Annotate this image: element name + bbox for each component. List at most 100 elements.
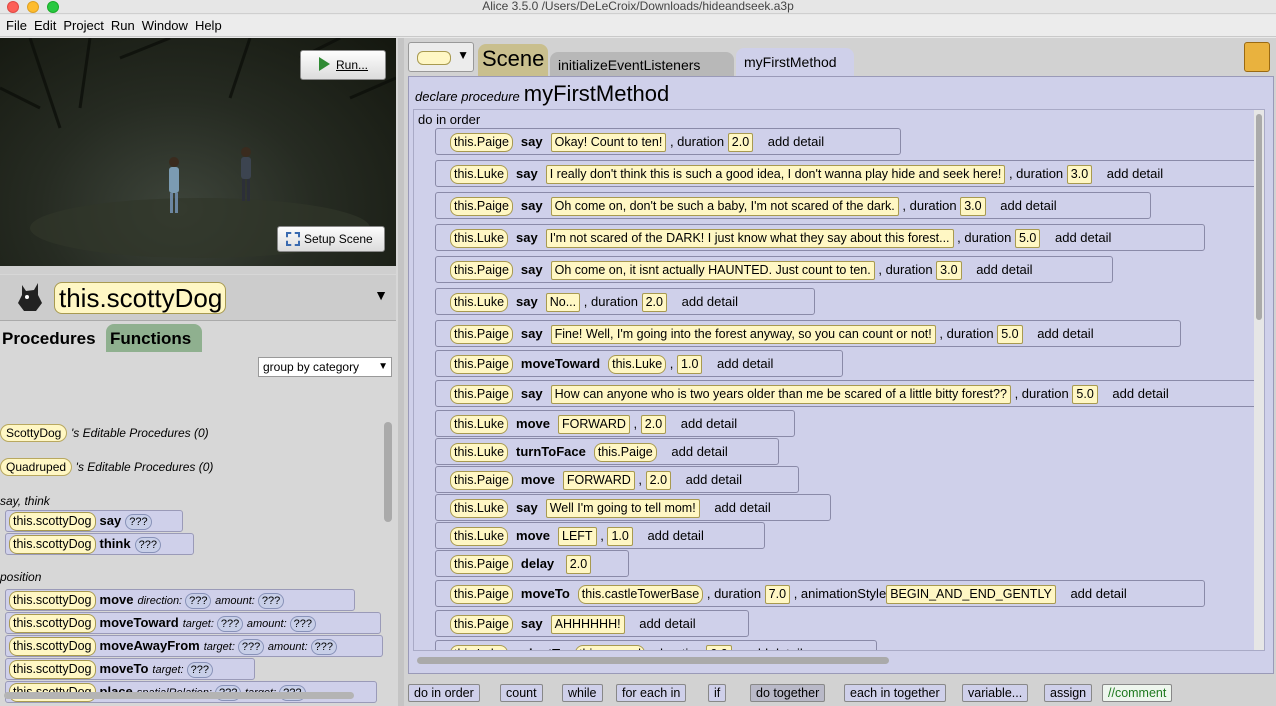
statement-object[interactable]: this.Paige: [450, 261, 513, 280]
control-while[interactable]: while: [562, 684, 603, 702]
add-detail-button[interactable]: add detail: [644, 523, 706, 548]
string-literal[interactable]: AHHHHHH!: [550, 615, 625, 634]
string-literal[interactable]: Okay! Count to ten!: [550, 133, 667, 152]
menu-item-file[interactable]: File: [6, 15, 27, 37]
statement-object[interactable]: this.Luke: [450, 293, 509, 312]
statement-object[interactable]: this.Paige: [450, 385, 513, 404]
procedure-tile-moveto[interactable]: this.scottyDog moveTo target:???: [5, 658, 255, 680]
statement-object[interactable]: this.Paige: [450, 615, 513, 634]
vscroll-thumb[interactable]: [1256, 114, 1262, 320]
control-count[interactable]: count: [500, 684, 543, 702]
object-selector[interactable]: this.scottyDog ▼: [0, 275, 396, 321]
statement-move[interactable]: this.Luke move FORWARD , 2.0 add detail: [435, 410, 795, 437]
control-assign[interactable]: assign: [1044, 684, 1093, 702]
object-argument[interactable]: this.Paige: [593, 443, 657, 462]
add-detail-button[interactable]: add detail: [714, 351, 776, 376]
number-value[interactable]: 0.0: [706, 645, 732, 650]
add-detail-button[interactable]: add detail: [636, 611, 698, 636]
statement-move[interactable]: this.Luke move LEFT , 1.0 add detail: [435, 522, 765, 549]
statement-movetoward[interactable]: this.Paige moveToward this.Luke , 1.0 add …: [435, 350, 843, 377]
add-detail-button[interactable]: add detail: [683, 467, 745, 492]
placeholder-value[interactable]: ???: [289, 616, 317, 632]
string-literal[interactable]: Well I'm going to tell mom!: [545, 499, 700, 518]
placeholder-value[interactable]: ???: [125, 514, 152, 530]
procedures-vscrollbar[interactable]: [384, 422, 392, 522]
control-for-each-in[interactable]: for each in: [616, 684, 687, 702]
number-value[interactable]: 3.0: [936, 261, 962, 280]
string-literal[interactable]: I'm not scared of the DARK! I just know …: [545, 229, 954, 248]
procedures-hscrollbar[interactable]: [4, 692, 354, 699]
tab-procedures[interactable]: Procedures: [0, 324, 104, 352]
run-button[interactable]: Run...: [300, 50, 386, 80]
statement-object[interactable]: this.Paige: [450, 585, 513, 604]
number-value[interactable]: 1.0: [677, 355, 703, 374]
placeholder-value[interactable]: ???: [185, 593, 212, 609]
object-argument[interactable]: this.ground: [575, 645, 645, 650]
clipboard-icon[interactable]: [1244, 42, 1270, 72]
tab-functions[interactable]: Functions: [106, 324, 202, 352]
add-detail-button[interactable]: add detail: [1052, 225, 1114, 250]
statement-move[interactable]: this.Paige move FORWARD , 2.0 add detail: [435, 466, 799, 493]
procedure-tile-movetoward[interactable]: this.scottyDog moveToward target:??? amoun…: [5, 612, 381, 634]
tile-object[interactable]: this.scottyDog: [9, 660, 96, 679]
statement-object[interactable]: this.Paige: [450, 355, 513, 374]
add-detail-button[interactable]: add detail: [997, 193, 1059, 218]
statement-moveto[interactable]: this.Paige moveTo this.castleTowerBase , d…: [435, 580, 1205, 607]
number-value[interactable]: 3.0: [1066, 165, 1093, 184]
tab-my-first-method[interactable]: myFirstMethod: [736, 48, 854, 76]
control-do-together[interactable]: do together: [750, 684, 826, 702]
number-value[interactable]: 2.0: [727, 133, 754, 152]
string-literal[interactable]: No...: [545, 293, 581, 312]
procedure-tile-think[interactable]: this.scottyDog think???: [5, 533, 194, 555]
string-literal[interactable]: How can anyone who is two years older th…: [550, 385, 1011, 404]
statement-object[interactable]: this.Paige: [450, 133, 513, 152]
statement-say[interactable]: this.Luke say Well I'm going to tell mom! …: [435, 494, 831, 521]
statement-object[interactable]: this.Luke: [450, 415, 509, 434]
number-value[interactable]: 2.0: [565, 555, 592, 574]
control-comment[interactable]: //comment: [1102, 684, 1173, 702]
tile-object[interactable]: this.scottyDog: [9, 512, 96, 531]
string-literal[interactable]: FORWARD: [558, 415, 630, 434]
control-each-in-together[interactable]: each in together: [844, 684, 946, 702]
string-literal[interactable]: LEFT: [558, 527, 597, 546]
placeholder-value[interactable]: ???: [310, 639, 337, 655]
number-value[interactable]: 5.0: [1014, 229, 1041, 248]
control-do-in-order[interactable]: do in order: [408, 684, 480, 702]
splitter-handle[interactable]: [0, 266, 396, 274]
do-in-order-block[interactable]: do in order this.Paige say Okay! Count to …: [413, 109, 1265, 651]
statement-object[interactable]: this.Paige: [450, 197, 513, 216]
number-value[interactable]: 1.0: [607, 527, 633, 546]
menu-item-project[interactable]: Project: [63, 15, 103, 37]
number-value[interactable]: 2.0: [645, 471, 672, 490]
placeholder-value[interactable]: ???: [216, 616, 244, 632]
tile-object[interactable]: this.scottyDog: [9, 637, 96, 656]
statement-say[interactable]: this.Paige say How can anyone who is two y…: [435, 380, 1261, 407]
string-literal[interactable]: I really don't think this is such a good…: [545, 165, 1006, 184]
tab-scene[interactable]: Scene: [478, 44, 548, 76]
statement-turntoface[interactable]: this.Luke turnToFace this.Paige add detail: [435, 438, 779, 465]
control-variable[interactable]: variable...: [962, 684, 1029, 702]
add-detail-button[interactable]: add detail: [679, 289, 741, 314]
type-selector[interactable]: ▼: [408, 42, 474, 72]
statement-object[interactable]: this.Paige: [450, 555, 513, 574]
object-argument[interactable]: this.Luke: [608, 355, 667, 374]
menu-item-window[interactable]: Window: [142, 15, 188, 37]
add-detail-button[interactable]: add detail: [765, 129, 827, 154]
number-value[interactable]: 5.0: [997, 325, 1023, 344]
procedure-tile-say[interactable]: this.scottyDog say???: [5, 510, 183, 532]
setup-scene-button[interactable]: Setup Scene: [277, 226, 385, 252]
minimize-window-button[interactable]: [27, 1, 39, 13]
statement-say[interactable]: this.Paige say AHHHHHH! add detail: [435, 610, 749, 637]
add-detail-button[interactable]: add detail: [1104, 161, 1166, 186]
maximize-window-button[interactable]: [47, 1, 59, 13]
add-detail-button[interactable]: add detail: [1067, 581, 1129, 606]
statement-say[interactable]: this.Luke say No... , duration 2.0 add det…: [435, 288, 815, 315]
tile-object[interactable]: this.scottyDog: [9, 614, 96, 633]
placeholder-value[interactable]: ???: [134, 537, 161, 553]
procedure-tile-move[interactable]: this.scottyDog move direction:??? amount:?…: [5, 589, 355, 611]
group-by-select[interactable]: group by category ▼: [258, 357, 392, 377]
statement-orientto[interactable]: this.LukeorientTothis.ground , duration …: [435, 640, 877, 650]
statement-object[interactable]: this.Luke: [450, 165, 509, 184]
string-literal[interactable]: FORWARD: [562, 471, 635, 490]
statement-object[interactable]: this.Luke: [450, 229, 509, 248]
